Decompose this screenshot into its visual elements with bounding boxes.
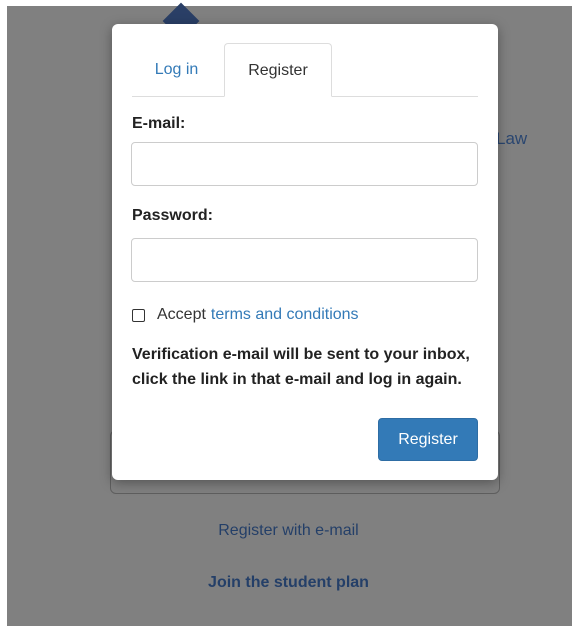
- email-field[interactable]: [131, 142, 478, 186]
- join-student-plan-link[interactable]: Join the student plan: [0, 574, 577, 592]
- password-label: Password:: [132, 207, 213, 224]
- email-label: E-mail:: [132, 115, 186, 132]
- register-with-email-link[interactable]: Register with e-mail: [0, 522, 577, 540]
- password-field[interactable]: [131, 238, 478, 282]
- background-title-fragment: Law: [496, 129, 528, 148]
- auth-tabs: Log in Register: [132, 43, 478, 97]
- tab-register[interactable]: Register: [224, 43, 332, 97]
- accept-terms-checkbox[interactable]: [132, 308, 145, 322]
- accept-label: Accept: [157, 306, 206, 323]
- accept-terms-row: Accept terms and conditions: [132, 305, 359, 325]
- register-submit-button[interactable]: Register: [378, 418, 478, 461]
- auth-modal: Log in Register E-mail: Password: Accept…: [112, 24, 498, 480]
- terms-and-conditions-link[interactable]: terms and conditions: [211, 306, 359, 324]
- verification-note: Verification e-mail will be sent to your…: [132, 346, 470, 388]
- tab-log-in[interactable]: Log in: [132, 43, 221, 96]
